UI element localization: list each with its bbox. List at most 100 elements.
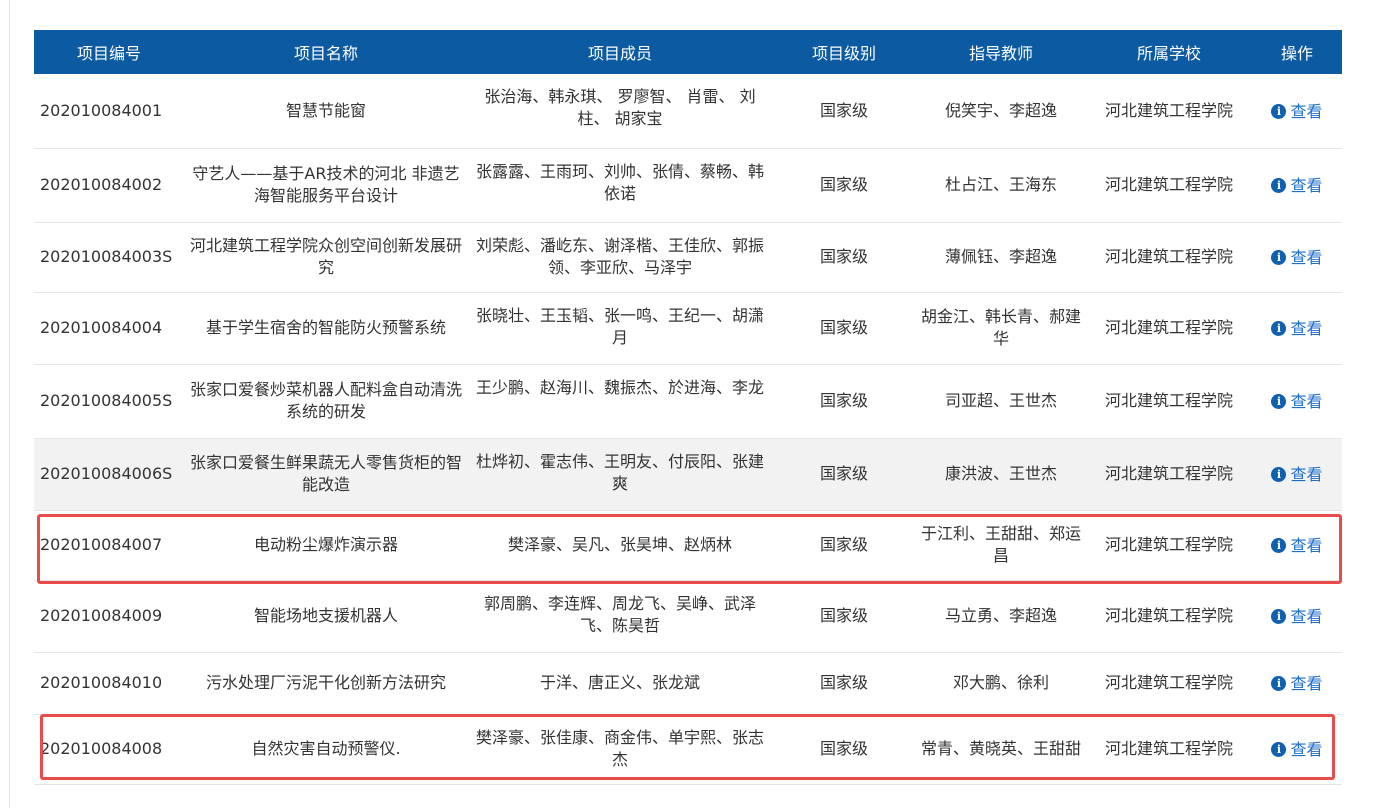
cell-action: i 查看 (1252, 438, 1342, 511)
cell-project-name: 智慧节能窗 (184, 74, 468, 149)
view-label: 查看 (1290, 101, 1323, 121)
cell-school: 河北建筑工程学院 (1086, 364, 1252, 439)
view-button[interactable]: i 查看 (1271, 673, 1323, 695)
cell-advisor: 薄佩钰、李超逸 (916, 222, 1086, 293)
cell-project-level: 国家级 (772, 580, 916, 653)
view-label: 查看 (1290, 606, 1323, 626)
cell-advisor: 倪笑宇、李超逸 (916, 74, 1086, 149)
cell-project-name: 电动粉尘爆炸演示器 (184, 510, 468, 581)
cell-project-level: 国家级 (772, 438, 916, 511)
cell-project-level: 国家级 (772, 364, 916, 439)
info-circle-icon: i (1271, 538, 1287, 554)
view-button[interactable]: i 查看 (1271, 247, 1323, 269)
view-label: 查看 (1290, 175, 1323, 195)
table-row: 202010084008 自然灾害自动预警仪. 樊泽豪、张佳康、商金伟、单宇熙、张志… (34, 714, 1342, 785)
cell-project-id: 202010084004 (34, 292, 184, 365)
cell-project-members: 张露露、王雨珂、刘帅、张倩、蔡畅、韩依诺 (468, 148, 772, 223)
cell-project-id: 202010084010 (34, 652, 184, 715)
project-table-container: 项目编号 项目名称 项目成员 项目级别 指导教师 所属学校 操作 2020100… (34, 30, 1342, 785)
view-button[interactable]: i 查看 (1271, 739, 1323, 761)
cell-project-members: 于洋、唐正义、张龙斌 (468, 652, 772, 715)
cell-project-level: 国家级 (772, 74, 916, 149)
info-circle-icon: i (1271, 676, 1287, 692)
view-label: 查看 (1290, 247, 1323, 267)
cell-school: 河北建筑工程学院 (1086, 292, 1252, 365)
cell-advisor: 马立勇、李超逸 (916, 580, 1086, 653)
cell-project-level: 国家级 (772, 510, 916, 581)
cell-advisor: 胡金江、韩长青、郝建华 (916, 292, 1086, 365)
view-button[interactable]: i 查看 (1271, 391, 1323, 413)
table-row: 202010084002 守艺人——基于AR技术的河北 非遗艺海智能服务平台设计张… (34, 148, 1342, 223)
cell-action: i 查看 (1252, 652, 1342, 715)
header-action: 操作 (1252, 30, 1342, 74)
info-circle-icon: i (1271, 321, 1287, 337)
header-project-id: 项目编号 (34, 30, 184, 74)
project-table: 项目编号 项目名称 项目成员 项目级别 指导教师 所属学校 操作 2020100… (34, 30, 1342, 785)
view-label: 查看 (1290, 535, 1323, 555)
table-row: 202010084004 基于学生宿舍的智能防火预警系统 张晓壮、王玉韬、张一鸣、王… (34, 292, 1342, 365)
view-label: 查看 (1290, 318, 1323, 338)
cell-action: i 查看 (1252, 714, 1342, 785)
info-circle-icon: i (1271, 467, 1287, 483)
cell-advisor: 邓大鹏、徐利 (916, 652, 1086, 715)
cell-advisor: 常青、黄晓英、王甜甜 (916, 714, 1086, 785)
cell-project-level: 国家级 (772, 222, 916, 293)
cell-advisor: 司亚超、王世杰 (916, 364, 1086, 439)
cell-project-members: 杜烨初、霍志伟、王明友、付辰阳、张建爽 (468, 438, 772, 511)
cell-project-members: 刘荣彪、潘屹东、谢泽楷、王佳欣、郭振领、李亚欣、马泽宇 (468, 222, 772, 293)
view-button[interactable]: i 查看 (1271, 535, 1323, 557)
cell-project-level: 国家级 (772, 652, 916, 715)
info-circle-icon: i (1271, 250, 1287, 266)
header-project-name: 项目名称 (184, 30, 468, 74)
view-button[interactable]: i 查看 (1271, 175, 1323, 197)
cell-school: 河北建筑工程学院 (1086, 148, 1252, 223)
table-row: 202010084010 污水处理厂污泥干化创新方法研究 于洋、唐正义、张龙斌 国家级… (34, 652, 1342, 715)
cell-project-name: 污水处理厂污泥干化创新方法研究 (184, 652, 468, 715)
cell-project-name: 张家口爱餐炒菜机器人配料盒自动清洗系统的研发 (184, 364, 468, 439)
cell-project-members: 王少鹏、赵海川、魏振杰、於进海、李龙 (468, 364, 772, 439)
cell-project-name: 张家口爱餐生鲜果蔬无人零售货柜的智能改造 (184, 438, 468, 511)
header-project-members: 项目成员 (468, 30, 772, 74)
cell-school: 河北建筑工程学院 (1086, 652, 1252, 715)
page-left-border (9, 0, 10, 808)
cell-school: 河北建筑工程学院 (1086, 580, 1252, 653)
cell-project-members: 樊泽豪、吴凡、张昊坤、赵炳林 (468, 510, 772, 581)
cell-school: 河北建筑工程学院 (1086, 714, 1252, 785)
cell-action: i 查看 (1252, 148, 1342, 223)
cell-project-id: 202010084005S (34, 364, 184, 439)
cell-advisor: 康洪波、王世杰 (916, 438, 1086, 511)
info-circle-icon: i (1271, 394, 1287, 410)
table-body: 202010084001 智慧节能窗 张治海、韩永琪、 罗廖智、 肖雷、 刘柱、 胡… (34, 74, 1342, 785)
cell-project-id: 202010084001 (34, 74, 184, 149)
cell-project-level: 国家级 (772, 292, 916, 365)
view-button[interactable]: i 查看 (1271, 606, 1323, 628)
table-row: 202010084001 智慧节能窗 张治海、韩永琪、 罗廖智、 肖雷、 刘柱、 胡… (34, 74, 1342, 149)
view-button[interactable]: i 查看 (1271, 464, 1323, 486)
table-row: 202010084009 智能场地支援机器人 郭周鹏、李连辉、周龙飞、吴峥、武泽飞、… (34, 580, 1342, 653)
cell-project-id: 202010084006S (34, 438, 184, 511)
cell-project-id: 202010084008 (34, 714, 184, 785)
cell-project-id: 202010084009 (34, 580, 184, 653)
cell-project-level: 国家级 (772, 714, 916, 785)
view-label: 查看 (1290, 673, 1323, 693)
cell-project-name: 基于学生宿舍的智能防火预警系统 (184, 292, 468, 365)
header-advisor: 指导教师 (916, 30, 1086, 74)
info-circle-icon: i (1271, 609, 1287, 625)
cell-project-members: 郭周鹏、李连辉、周龙飞、吴峥、武泽飞、陈昊哲 (468, 580, 772, 653)
cell-school: 河北建筑工程学院 (1086, 222, 1252, 293)
cell-project-id: 202010084007 (34, 510, 184, 581)
cell-action: i 查看 (1252, 364, 1342, 439)
header-project-level: 项目级别 (772, 30, 916, 74)
cell-action: i 查看 (1252, 580, 1342, 653)
view-button[interactable]: i 查看 (1271, 318, 1323, 340)
cell-project-id: 202010084002 (34, 148, 184, 223)
table-row: 202010084003S 河北建筑工程学院众创空间创新发展研究 刘荣彪、潘屹东、谢… (34, 222, 1342, 293)
cell-action: i 查看 (1252, 74, 1342, 149)
cell-project-name: 守艺人——基于AR技术的河北 非遗艺海智能服务平台设计 (184, 148, 468, 223)
cell-action: i 查看 (1252, 222, 1342, 293)
view-button[interactable]: i 查看 (1271, 101, 1323, 123)
view-label: 查看 (1290, 391, 1323, 411)
cell-advisor: 杜占江、王海东 (916, 148, 1086, 223)
cell-project-level: 国家级 (772, 148, 916, 223)
header-school: 所属学校 (1086, 30, 1252, 74)
